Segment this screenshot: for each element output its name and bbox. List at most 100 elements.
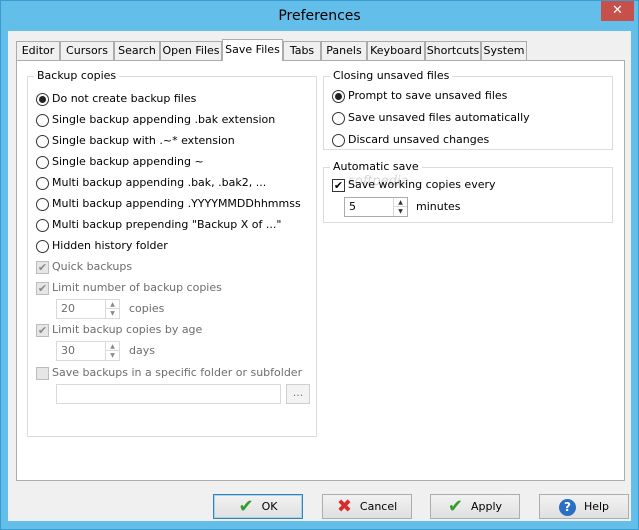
radio-indicator (36, 176, 49, 190)
backup-count-spinner[interactable]: 20 ▲ ▼ (56, 299, 120, 319)
option-label: Multi backup appending .YYYYMMDDhhmmss (52, 197, 301, 210)
option-label: Single backup appending .bak extension (52, 113, 276, 126)
radio-hidden-history[interactable]: Hidden history folder (36, 238, 168, 254)
browse-folder-button[interactable]: ... (286, 384, 310, 404)
tab-save-files[interactable]: Save Files (222, 39, 283, 61)
spinner-value: 20 (61, 302, 75, 315)
option-label: Single backup with .~* extension (52, 134, 235, 147)
backup-copies-group: Backup copies Do not create backup files… (27, 69, 317, 437)
tab-keyboard[interactable]: Keyboard (367, 41, 425, 60)
tab-open-files[interactable]: Open Files (160, 41, 222, 60)
group-label: Backup copies (34, 69, 120, 83)
option-label: Multi backup appending .bak, .bak2, ... (52, 176, 267, 189)
tab-tabs[interactable]: Tabs (283, 41, 321, 60)
browse-label: ... (292, 386, 304, 399)
tab-label: Save Files (225, 43, 280, 56)
tab-label: Search (118, 44, 156, 57)
tab-search[interactable]: Search (114, 41, 160, 60)
option-label: Single backup appending ~ (52, 155, 204, 168)
save-files-panel: Backup copies Do not create backup files… (16, 60, 625, 481)
option-label: Save backups in a specific folder or sub… (52, 366, 303, 379)
tab-shortcuts[interactable]: Shortcuts (425, 41, 481, 60)
spin-down-icon[interactable]: ▼ (394, 207, 407, 216)
tab-label: Tabs (289, 44, 315, 57)
radio-single-tilde[interactable]: Single backup appending ~ (36, 154, 204, 170)
option-label: Limit backup copies by age (52, 323, 203, 336)
button-label: OK (261, 500, 278, 513)
radio-multi-timestamp[interactable]: Multi backup appending .YYYYMMDDhhmmss (36, 196, 301, 212)
help-button[interactable]: ? Help (539, 494, 629, 519)
tab-cursors[interactable]: Cursors (60, 41, 114, 60)
tab-label: Panels (326, 44, 362, 57)
tab-label: Open Files (162, 44, 220, 57)
tab-label: Keyboard (370, 44, 422, 57)
check-icon: ✔ (36, 260, 49, 274)
option-label: Multi backup prepending "Backup X of ...… (52, 218, 282, 231)
limit-age-checkbox[interactable]: ✔ Limit backup copies by age (36, 322, 202, 338)
check-icon: ✔ (36, 323, 49, 337)
spinner-arrows: ▲ ▼ (393, 198, 407, 216)
spinner-arrows: ▲ ▼ (105, 300, 119, 318)
radio-single-tilde-ext[interactable]: Single backup with .~* extension (36, 133, 235, 149)
days-unit-label: days (129, 344, 155, 357)
option-label: Limit number of backup copies (52, 281, 222, 294)
radio-indicator (36, 134, 49, 148)
help-icon: ? (558, 497, 576, 516)
option-label: Quick backups (52, 260, 133, 273)
tab-panels[interactable]: Panels (321, 41, 367, 60)
radio-save-automatically[interactable]: Save unsaved files automatically (332, 110, 530, 126)
cancel-button[interactable]: ✖ Cancel (322, 494, 412, 519)
spin-up-icon[interactable]: ▲ (106, 342, 119, 351)
ok-button[interactable]: ✔ OK (213, 494, 303, 519)
radio-multi-prepend[interactable]: Multi backup prepending "Backup X of ...… (36, 217, 281, 233)
option-label: Prompt to save unsaved files (348, 89, 508, 102)
spin-up-icon[interactable]: ▲ (106, 300, 119, 309)
option-label: Save unsaved files automatically (348, 111, 530, 124)
tab-label: Editor (21, 44, 55, 57)
apply-button[interactable]: ✔ Apply (430, 494, 520, 519)
close-button[interactable]: ✕ (601, 1, 634, 21)
copies-unit-label: copies (129, 302, 165, 315)
radio-indicator (36, 197, 49, 211)
option-label: Save working copies every (348, 178, 496, 191)
autosave-interval-spinner[interactable]: 5 ▲ ▼ (344, 197, 408, 217)
backup-age-spinner[interactable]: 30 ▲ ▼ (56, 341, 120, 361)
checkbox-indicator (36, 366, 49, 380)
limit-number-checkbox[interactable]: ✔ Limit number of backup copies (36, 280, 222, 296)
spinner-value: 30 (61, 344, 75, 357)
minutes-unit-label: minutes (416, 200, 461, 213)
spin-up-icon[interactable]: ▲ (394, 198, 407, 207)
tab-label: Shortcuts (426, 44, 480, 57)
spin-down-icon[interactable]: ▼ (106, 351, 119, 360)
radio-multi-bak[interactable]: Multi backup appending .bak, .bak2, ... (36, 175, 266, 191)
quick-backups-checkbox[interactable]: ✔ Quick backups (36, 259, 132, 275)
radio-prompt-save[interactable]: Prompt to save unsaved files (332, 88, 507, 104)
radio-single-bak[interactable]: Single backup appending .bak extension (36, 112, 275, 128)
check-icon: ✔ (36, 281, 49, 295)
radio-no-backup[interactable]: Do not create backup files (36, 91, 196, 107)
radio-indicator (332, 133, 345, 147)
radio-indicator (36, 218, 49, 232)
backup-folder-input[interactable] (56, 384, 281, 404)
check-icon: ✔ (332, 178, 345, 192)
cancel-icon: ✖ (336, 495, 352, 517)
tab-editor[interactable]: Editor (16, 41, 60, 60)
title-bar[interactable]: Preferences (1, 1, 638, 31)
group-label: Closing unsaved files (330, 69, 453, 83)
button-label: Cancel (359, 500, 398, 513)
radio-indicator (332, 89, 345, 103)
spinner-arrows: ▲ ▼ (105, 342, 119, 360)
tab-label: Cursors (66, 44, 108, 57)
tab-system[interactable]: System (481, 41, 527, 60)
save-working-copies-checkbox[interactable]: ✔ Save working copies every (332, 177, 496, 193)
spinner-value: 5 (349, 200, 356, 213)
spin-down-icon[interactable]: ▼ (106, 309, 119, 318)
radio-discard-changes[interactable]: Discard unsaved changes (332, 132, 489, 148)
tab-label: System (483, 44, 525, 57)
radio-indicator (36, 155, 49, 169)
automatic-save-group: Automatic save softpedia ✔ Save working … (323, 160, 613, 223)
check-icon: ✔ (238, 495, 254, 517)
window-title: Preferences (278, 8, 361, 24)
close-icon: ✕ (612, 3, 623, 18)
specific-folder-checkbox[interactable]: Save backups in a specific folder or sub… (36, 365, 302, 381)
